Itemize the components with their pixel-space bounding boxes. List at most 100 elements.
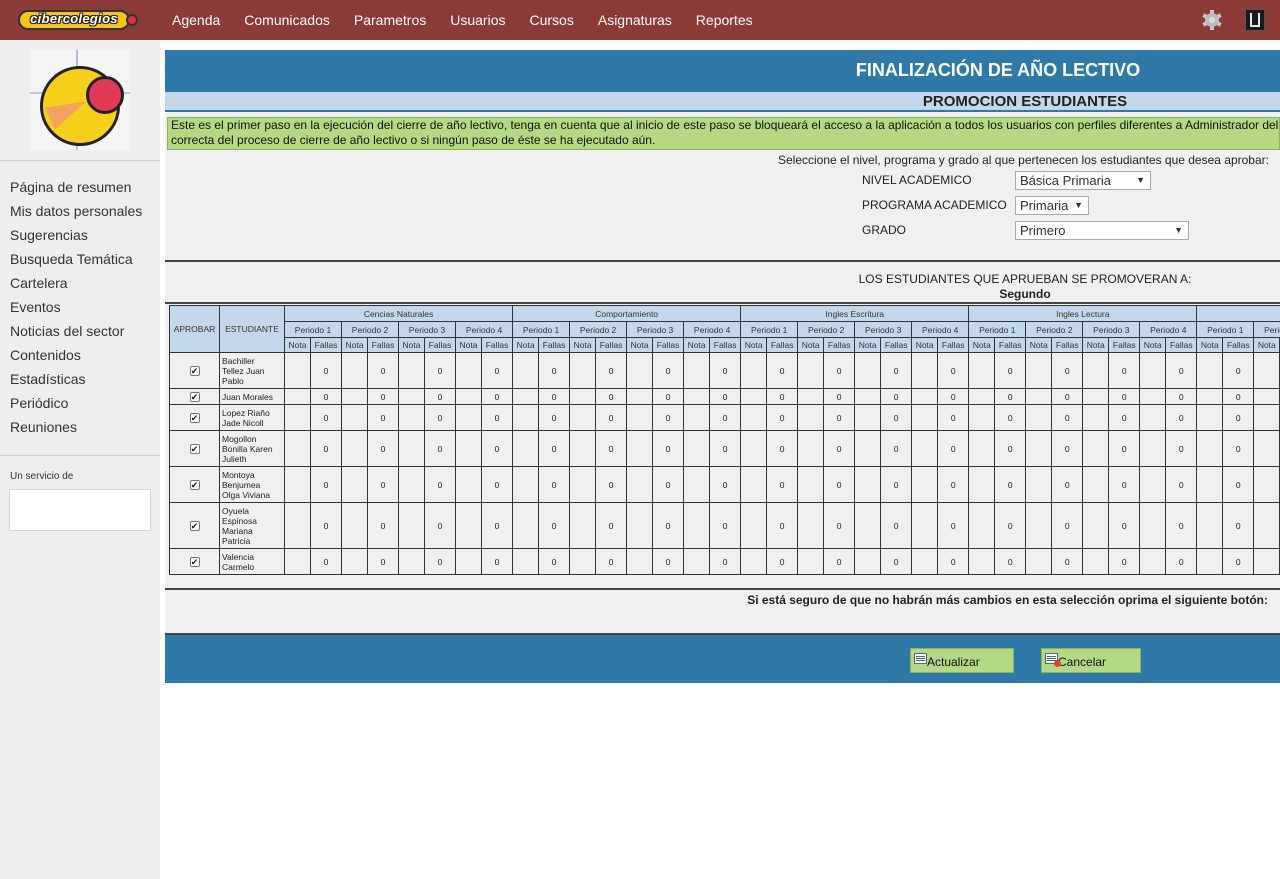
nota-cell[interactable] [1196,430,1224,467]
nota-cell[interactable] [512,352,540,389]
nota-cell[interactable] [455,388,482,405]
nav-reportes[interactable]: Reportes [684,0,765,40]
nota-cell[interactable] [284,502,311,549]
nota-cell[interactable] [797,388,825,405]
nota-cell[interactable] [341,388,368,405]
nota-cell[interactable] [1253,388,1280,405]
nota-cell[interactable] [740,502,768,549]
nota-cell[interactable] [398,548,425,575]
nav-agenda[interactable]: Agenda [160,0,232,40]
nota-cell[interactable] [284,404,311,431]
nota-cell[interactable] [341,352,368,389]
nota-cell[interactable] [341,466,368,503]
nota-cell[interactable] [284,388,311,405]
cancelar-button[interactable]: Cancelar [1041,648,1141,673]
nota-cell[interactable] [968,502,996,549]
nota-cell[interactable] [740,404,768,431]
nota-cell[interactable] [854,430,882,467]
nota-cell[interactable] [1196,388,1224,405]
actualizar-button[interactable]: Actualizar [910,648,1014,673]
nota-cell[interactable] [740,466,768,503]
nav-parametros[interactable]: Parametros [342,0,438,40]
nota-cell[interactable] [569,548,597,575]
nota-cell[interactable] [968,352,996,389]
nota-cell[interactable] [1253,404,1280,431]
nota-cell[interactable] [1253,466,1280,503]
sidebar-item-cartelera[interactable]: Cartelera [10,274,142,298]
nota-cell[interactable] [512,466,540,503]
nota-cell[interactable] [1139,466,1167,503]
nota-cell[interactable] [797,352,825,389]
nota-cell[interactable] [797,502,825,549]
nota-cell[interactable] [740,388,768,405]
nota-cell[interactable] [455,352,482,389]
nota-cell[interactable] [854,404,882,431]
nota-cell[interactable] [626,430,654,467]
nota-cell[interactable] [569,404,597,431]
nota-cell[interactable] [569,352,597,389]
nota-cell[interactable] [1082,430,1110,467]
nota-cell[interactable] [1196,352,1224,389]
nota-cell[interactable] [911,404,939,431]
nota-cell[interactable] [797,548,825,575]
nota-cell[interactable] [911,548,939,575]
nota-cell[interactable] [683,430,711,467]
nota-cell[interactable] [968,466,996,503]
nota-cell[interactable] [1253,352,1280,389]
nota-cell[interactable] [398,430,425,467]
nota-cell[interactable] [1025,404,1053,431]
nota-cell[interactable] [341,548,368,575]
nota-cell[interactable] [740,352,768,389]
nota-cell[interactable] [626,352,654,389]
settings-gear-icon[interactable] [1202,10,1222,30]
nota-cell[interactable] [1025,430,1053,467]
nota-cell[interactable] [1196,502,1224,549]
nota-cell[interactable] [1253,548,1280,575]
nota-cell[interactable] [683,502,711,549]
nota-cell[interactable] [1082,466,1110,503]
nota-cell[interactable] [1253,502,1280,549]
nota-cell[interactable] [911,352,939,389]
nota-cell[interactable] [797,466,825,503]
nota-cell[interactable] [911,388,939,405]
nota-cell[interactable] [1025,548,1053,575]
nota-cell[interactable] [911,502,939,549]
nota-cell[interactable] [1082,404,1110,431]
nav-asignaturas[interactable]: Asignaturas [586,0,684,40]
service-banner[interactable] [9,489,151,531]
nota-cell[interactable] [398,352,425,389]
nota-cell[interactable] [341,502,368,549]
nota-cell[interactable] [1196,548,1224,575]
nota-cell[interactable] [1082,502,1110,549]
nota-cell[interactable] [455,404,482,431]
nav-comunicados[interactable]: Comunicados [232,0,342,40]
grado-select[interactable]: Primero ▼ [1015,221,1189,240]
nota-cell[interactable] [512,404,540,431]
nota-cell[interactable] [854,548,882,575]
nota-cell[interactable] [1082,548,1110,575]
nota-cell[interactable] [1253,430,1280,467]
sidebar-item-contenidos[interactable]: Contenidos [10,346,142,370]
sidebar-item-estadisticas[interactable]: Estadísticas [10,370,142,394]
nota-cell[interactable] [1139,548,1167,575]
nota-cell[interactable] [683,466,711,503]
aprobar-checkbox[interactable]: ✔ [189,412,200,423]
nota-cell[interactable] [740,430,768,467]
nota-cell[interactable] [569,430,597,467]
sidebar-item-mis-datos[interactable]: Mis datos personales [10,202,142,226]
nota-cell[interactable] [797,404,825,431]
nota-cell[interactable] [626,548,654,575]
nivel-select[interactable]: Básica Primaria ▼ [1015,171,1151,190]
nav-usuarios[interactable]: Usuarios [438,0,517,40]
nota-cell[interactable] [512,388,540,405]
nota-cell[interactable] [284,352,311,389]
nota-cell[interactable] [854,466,882,503]
nota-cell[interactable] [455,548,482,575]
nota-cell[interactable] [398,466,425,503]
aprobar-checkbox[interactable]: ✔ [189,365,200,376]
nota-cell[interactable] [626,388,654,405]
sidebar-item-sugerencias[interactable]: Sugerencias [10,226,142,250]
sidebar-item-noticias[interactable]: Noticias del sector [10,322,142,346]
nota-cell[interactable] [284,430,311,467]
nota-cell[interactable] [1025,502,1053,549]
